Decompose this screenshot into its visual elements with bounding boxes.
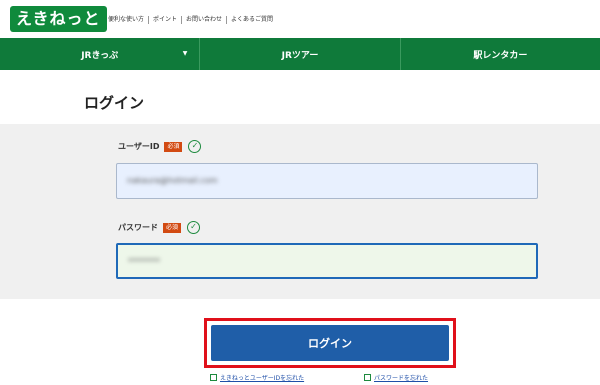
- link-points[interactable]: ポイント: [149, 16, 183, 24]
- link-contact[interactable]: お問い合わせ: [182, 16, 228, 24]
- nav-item-label: JRツアー: [281, 50, 319, 61]
- user-id-label: ユーザーID: [118, 142, 160, 151]
- nav-item-rental-car[interactable]: 駅レンタカー: [401, 38, 600, 70]
- login-button[interactable]: ログイン: [211, 325, 449, 361]
- nav-item-jr-tickets[interactable]: JRきっぷ ▼: [0, 38, 201, 70]
- login-button-highlight: ログイン: [204, 318, 456, 368]
- forgot-password-label: パスワードを忘れた: [374, 375, 429, 382]
- forgot-user-id-link[interactable]: えきねっとユーザーIDを忘れた: [210, 373, 304, 382]
- utility-links: 便利な使い方 ポイント お問い合わせ よくあるご質問: [104, 16, 277, 24]
- top-bar: えきねっと 便利な使い方 ポイント お問い合わせ よくあるご質問: [0, 0, 600, 38]
- required-badge: 必須: [164, 141, 183, 152]
- nav-item-jr-tour[interactable]: JRツアー: [200, 38, 401, 70]
- user-id-input[interactable]: nakaura@hotmail.com: [116, 163, 538, 199]
- site-logo[interactable]: えきねっと: [10, 6, 107, 32]
- chevron-down-icon: ▼: [182, 50, 188, 57]
- user-id-label-row: ユーザーID 必須 ✓: [118, 140, 202, 153]
- nav-item-label: JRきっぷ: [81, 50, 119, 61]
- page-title: ログイン: [84, 94, 145, 112]
- nav-item-label: 駅レンタカー: [473, 50, 528, 61]
- password-input[interactable]: ********: [116, 243, 538, 279]
- check-circle-icon: ✓: [188, 140, 202, 153]
- password-value: ********: [128, 257, 160, 266]
- link-faq[interactable]: よくあるご質問: [227, 16, 277, 24]
- forgot-user-id-label: えきねっとユーザーIDを忘れた: [220, 375, 305, 382]
- link-icon: [364, 374, 371, 381]
- check-circle-icon: ✓: [187, 221, 201, 234]
- required-badge: 必須: [163, 222, 182, 233]
- main-nav: JRきっぷ ▼ JRツアー 駅レンタカー: [0, 38, 600, 70]
- password-label: パスワード: [118, 223, 158, 232]
- link-icon: [210, 374, 217, 381]
- user-id-value: nakaura@hotmail.com: [127, 176, 218, 185]
- forgot-password-link[interactable]: パスワードを忘れた: [364, 373, 428, 382]
- password-label-row: パスワード 必須 ✓: [118, 221, 201, 234]
- link-how-to-use[interactable]: 便利な使い方: [104, 16, 150, 24]
